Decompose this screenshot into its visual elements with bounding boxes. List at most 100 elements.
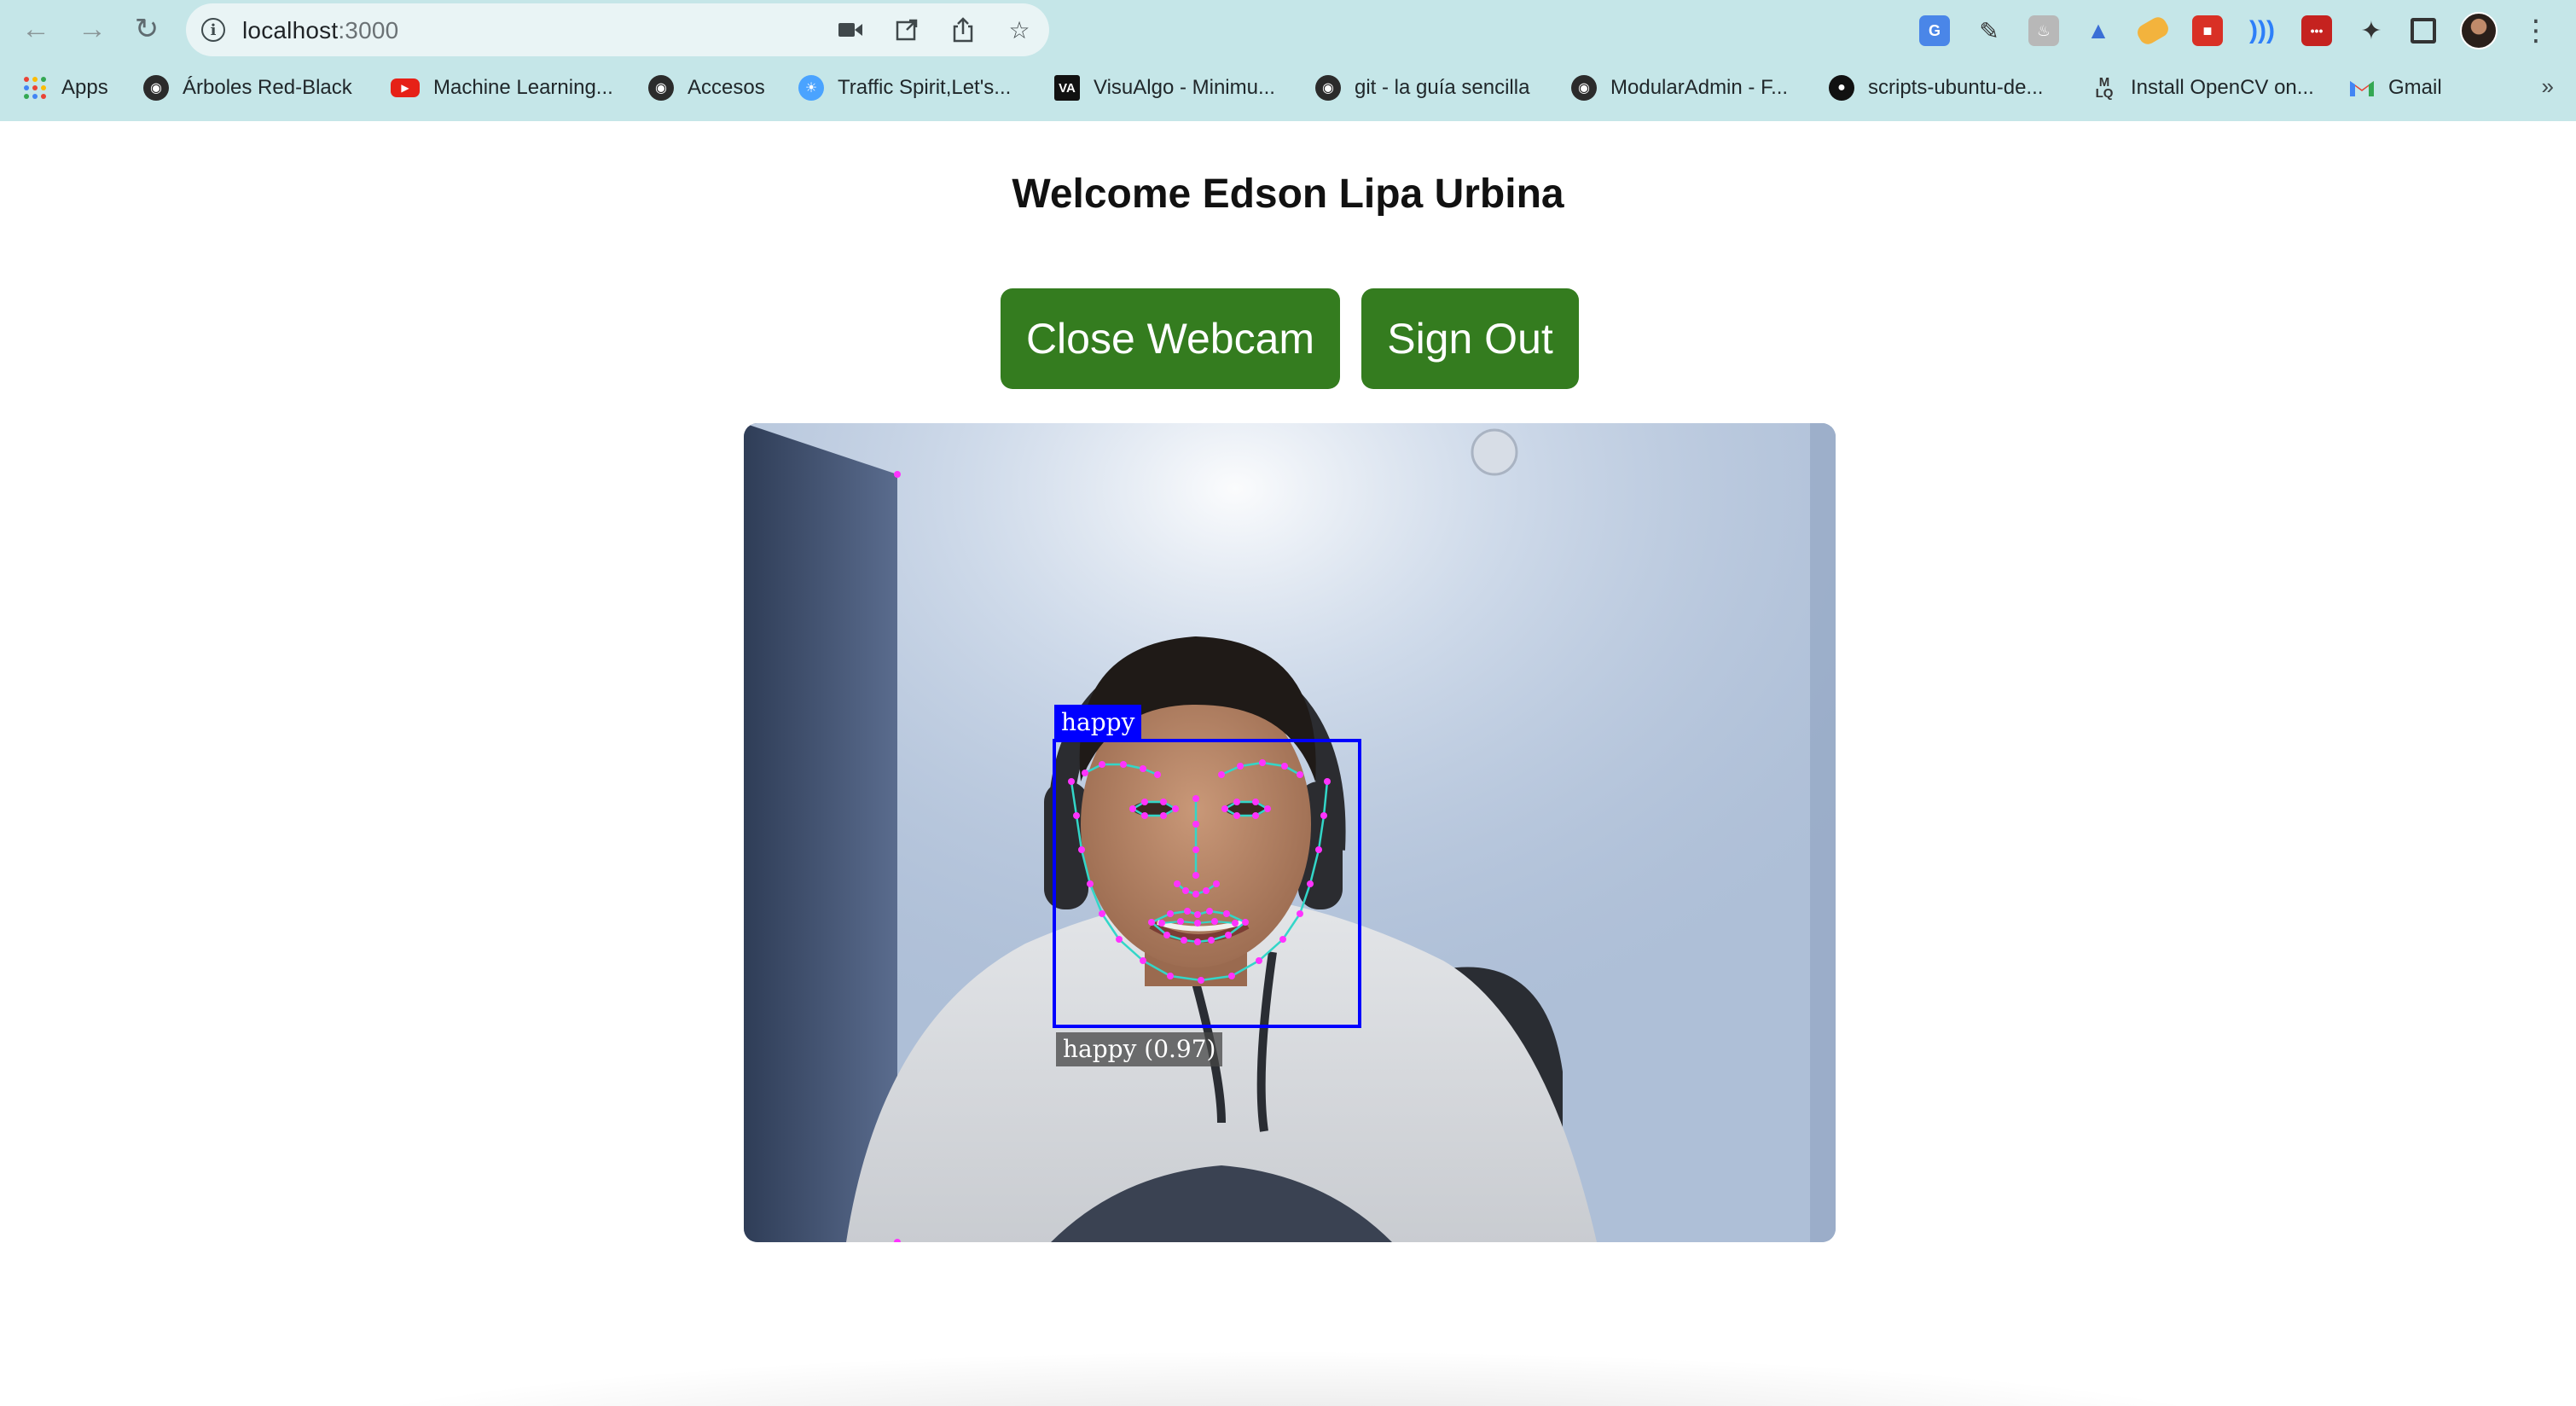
welcome-title: Welcome Edson Lipa Urbina	[1012, 171, 1564, 217]
bookmark-star-icon[interactable]: ☆	[1005, 14, 1034, 46]
landmark-dot	[1160, 812, 1167, 819]
github-icon: ●	[1829, 75, 1854, 101]
landmark-dot	[1297, 771, 1303, 778]
landmark-dot	[1182, 887, 1189, 894]
landmark-dot	[1192, 846, 1199, 853]
globe-icon: ◉	[1571, 75, 1597, 101]
reload-icon[interactable]: ↻	[128, 10, 165, 48]
side-panel-icon[interactable]	[2411, 18, 2436, 44]
sound-waves-icon[interactable]: )))	[2247, 15, 2277, 46]
bookmark-git-guide[interactable]: ◉ git - la guía sencilla	[1315, 68, 1529, 107]
bookmark-modularadmin[interactable]: ◉ ModularAdmin - F...	[1571, 68, 1788, 107]
landmark-dot	[1141, 799, 1148, 805]
landmark-dot	[1221, 805, 1228, 812]
extension-dots-icon[interactable]: •••	[2301, 15, 2332, 46]
url-port: :3000	[338, 17, 399, 44]
bookmark-traffic-spirit[interactable]: ☀ Traffic Spirit,Let's...	[798, 68, 1011, 107]
bookmark-label: git - la guía sencilla	[1355, 76, 1530, 99]
landmark-dot	[1315, 846, 1322, 853]
extension-gray-icon[interactable]: ♨	[2028, 15, 2059, 46]
landmark-dot	[1167, 910, 1174, 917]
landmark-dot	[1297, 910, 1303, 917]
google-translate-icon[interactable]: G	[1919, 15, 1950, 46]
bookmark-visualgo[interactable]: VA VisuAlgo - Minimu...	[1054, 68, 1275, 107]
ticket-icon[interactable]	[2134, 14, 2172, 48]
globe-icon: ◉	[648, 75, 674, 101]
landmark-dot	[1184, 908, 1191, 915]
share-icon[interactable]	[949, 14, 978, 46]
landmark-dot	[1194, 938, 1201, 945]
open-in-new-icon[interactable]	[892, 14, 921, 46]
bookmarks-overflow-icon[interactable]: »	[2542, 73, 2554, 100]
landmark-dot	[1208, 937, 1215, 944]
sign-out-button[interactable]: Sign Out	[1361, 288, 1579, 389]
landmark-dot	[1174, 880, 1181, 887]
bookmark-gmail[interactable]: Gmail	[2349, 68, 2442, 107]
landmark-dot	[1078, 846, 1085, 853]
landmark-dot	[1099, 910, 1105, 917]
landmark-dot	[1281, 763, 1288, 770]
landmark-dot	[1320, 812, 1327, 819]
url-host: localhost	[242, 17, 339, 44]
emotion-label-top: happy	[1054, 705, 1142, 741]
landmark-dot	[1232, 920, 1239, 927]
bookmark-accesos[interactable]: ◉ Accesos	[648, 68, 765, 107]
bookmark-machine-learning[interactable]: ▶ Machine Learning...	[391, 68, 613, 107]
landmark-dot	[1154, 771, 1161, 778]
back-icon[interactable]: ←	[17, 10, 55, 48]
bookmark-arboles[interactable]: ◉ Árboles Red-Black	[143, 68, 352, 107]
landmark-dot	[1211, 918, 1218, 925]
bookmark-apps[interactable]: Apps	[22, 68, 108, 107]
browser-menu-icon[interactable]: ⋮	[2521, 14, 2550, 48]
forward-icon[interactable]: →	[73, 10, 111, 48]
profile-avatar[interactable]	[2460, 12, 2498, 49]
landmark-dot	[1264, 805, 1271, 812]
bottom-shadow	[256, 1350, 2320, 1406]
bookmark-install-opencv[interactable]: M LQ Install OpenCV on...	[2092, 68, 2314, 107]
camera-in-use-icon[interactable]	[836, 14, 865, 46]
globe-icon: ◉	[1315, 75, 1341, 101]
close-webcam-button[interactable]: Close Webcam	[1001, 288, 1340, 389]
landmark-dot	[1172, 805, 1179, 812]
youtube-icon: ▶	[391, 78, 420, 97]
landmark-dot	[1213, 880, 1220, 887]
landmark-dot	[1177, 918, 1184, 925]
apps-grid-icon	[22, 75, 48, 101]
page-content: Welcome Edson Lipa Urbina Close Webcam S…	[0, 121, 2576, 1406]
mlq-icon: M LQ	[2095, 75, 2114, 101]
landmark-dot	[1116, 936, 1123, 943]
globe-icon: ◉	[143, 75, 169, 101]
bookmark-label: Accesos	[688, 76, 765, 99]
landmark-dot	[1192, 821, 1199, 828]
landmark-dot	[1129, 805, 1136, 812]
puzzle-extensions-icon[interactable]: ✦	[2356, 15, 2387, 46]
gmail-icon	[2349, 75, 2375, 101]
landmark-dot	[1225, 932, 1232, 938]
landmark-dot	[1158, 920, 1165, 927]
landmark-dot	[1120, 761, 1127, 768]
landmark-dot	[1087, 880, 1094, 887]
landmark-dot	[1233, 799, 1240, 805]
bookmark-label: Traffic Spirit,Let's...	[838, 76, 1012, 99]
emotion-confidence-label: happy (0.97)	[1056, 1032, 1223, 1066]
landmark-dot	[1099, 761, 1105, 768]
graduation-cap-icon[interactable]: ▲	[2083, 15, 2114, 46]
address-bar[interactable]: i localhost:3000 ☆	[186, 3, 1049, 56]
landmark-dot	[1228, 973, 1235, 979]
bookmark-label: Install OpenCV on...	[2131, 76, 2314, 99]
landmark-dot	[1141, 812, 1148, 819]
landmark-dot	[1140, 957, 1146, 964]
site-info-icon[interactable]: i	[201, 18, 225, 42]
extension-red-icon[interactable]: ■	[2192, 15, 2223, 46]
pencil-icon[interactable]: ✎	[1974, 15, 2005, 46]
url-text[interactable]: localhost:3000	[242, 17, 398, 44]
landmark-dot	[1218, 771, 1225, 778]
landmark-dot	[1307, 880, 1314, 887]
bookmark-label: Árboles Red-Black	[183, 76, 352, 99]
landmark-dot	[1192, 795, 1199, 802]
bookmark-label: Gmail	[2388, 76, 2442, 99]
bookmark-scripts-ubuntu[interactable]: ● scripts-ubuntu-de...	[1829, 68, 2043, 107]
landmark-dot	[1148, 919, 1155, 926]
landmark-dot	[1140, 765, 1146, 772]
landmark-dot	[1223, 910, 1230, 917]
